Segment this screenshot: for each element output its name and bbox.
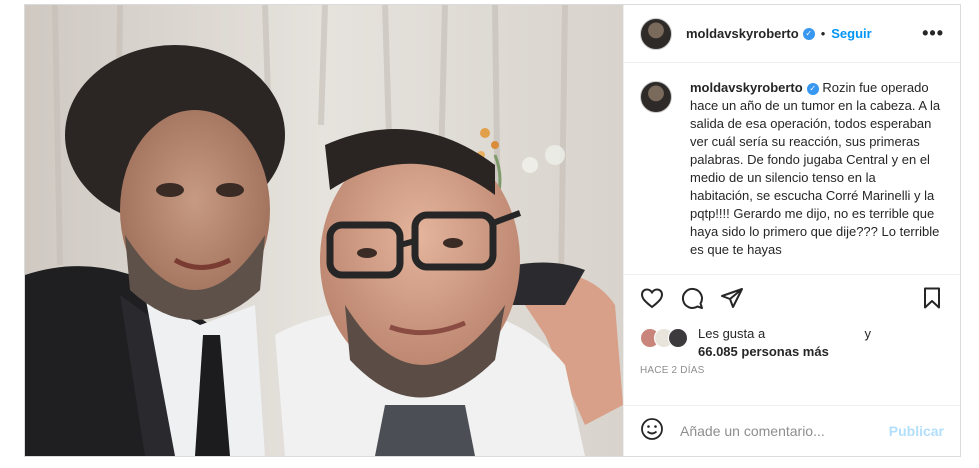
selfie-photo <box>25 5 623 456</box>
separator-dot: • <box>820 26 826 41</box>
username-link[interactable]: moldavskyroberto <box>686 26 799 41</box>
verified-badge-icon: ✓ <box>802 27 815 40</box>
share-icon[interactable] <box>720 286 744 315</box>
caption-username-link[interactable]: moldavskyroberto <box>690 80 803 95</box>
emoji-icon[interactable] <box>640 417 664 446</box>
bookmark-icon[interactable] <box>920 286 944 315</box>
publish-button[interactable]: Publicar <box>889 423 944 439</box>
likes-conjunction: y <box>864 326 871 341</box>
post-side-panel: moldavskyroberto ✓ • Seguir ••• moldavsk… <box>623 5 960 456</box>
instagram-post: moldavskyroberto ✓ • Seguir ••• moldavsk… <box>24 4 961 457</box>
caption-text: Rozin fue operado hace un año de un tumo… <box>690 80 941 257</box>
post-photo[interactable] <box>25 5 623 456</box>
caption: moldavskyroberto ✓ Rozin fue operado hace… <box>690 79 942 274</box>
caption-section: moldavskyroberto ✓ Rozin fue operado hace… <box>624 63 960 275</box>
post-header: moldavskyroberto ✓ • Seguir ••• <box>624 5 960 63</box>
avatar[interactable] <box>640 17 672 50</box>
comment-bar: Publicar <box>624 405 960 456</box>
likes-summary: Les gusta a y 66.085 personas más <box>624 325 960 363</box>
follow-button[interactable]: Seguir <box>831 26 871 41</box>
comment-icon[interactable] <box>680 286 704 315</box>
comment-input[interactable] <box>678 422 889 440</box>
caption-verified-badge-icon: ✓ <box>806 82 819 95</box>
more-options-icon[interactable]: ••• <box>922 23 944 44</box>
likes-prefix: Les gusta a <box>698 326 766 341</box>
caption-avatar[interactable] <box>640 81 672 113</box>
liker-avatar[interactable] <box>668 328 688 348</box>
heart-icon[interactable] <box>640 286 664 315</box>
action-bar <box>624 275 960 325</box>
liker-avatars <box>640 328 694 348</box>
likes-text: Les gusta a y 66.085 personas más <box>698 325 871 361</box>
post-timestamp[interactable]: HACE 2 DÍAS <box>624 363 960 389</box>
likes-count-link[interactable]: 66.085 personas más <box>698 344 829 359</box>
